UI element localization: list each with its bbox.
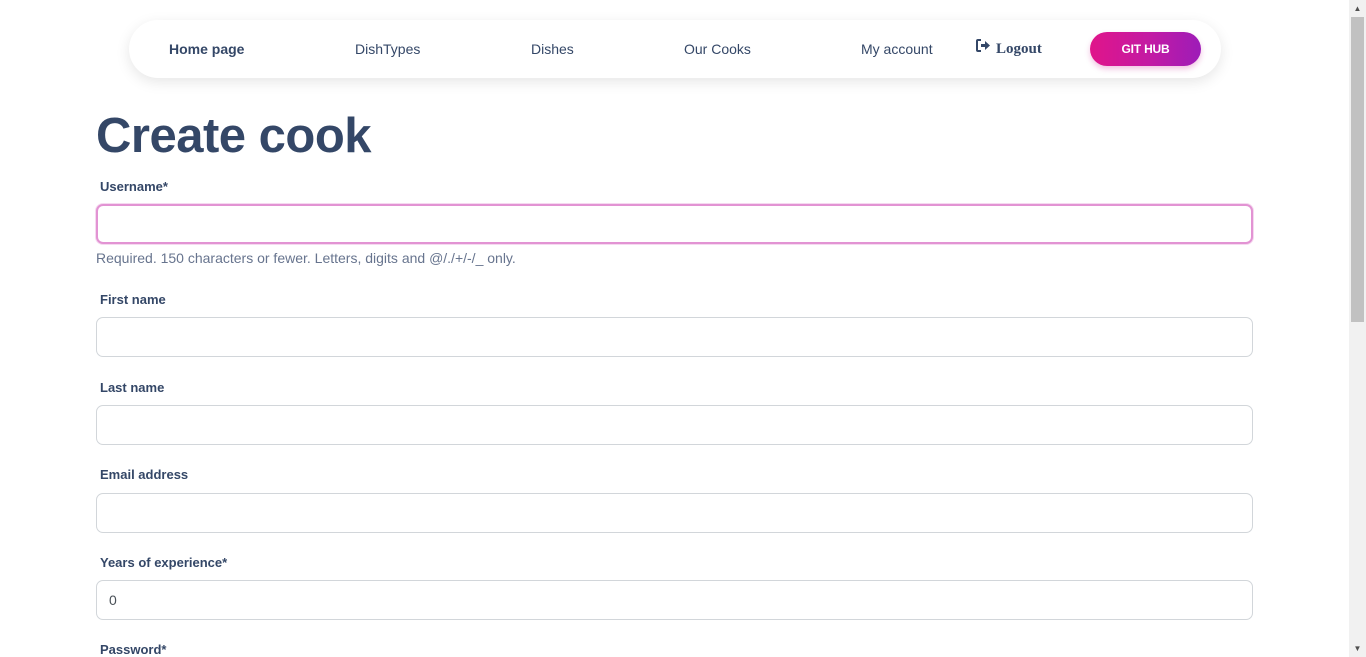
sign-out-icon <box>976 19 991 77</box>
page: Home page DishTypes Dishes Our Cooks My … <box>0 0 1366 657</box>
logout-label: Logout <box>996 41 1042 57</box>
nav-my-account-link[interactable]: My account <box>861 20 933 78</box>
username-label: Username* <box>100 179 168 194</box>
first-name-label: First name <box>100 292 166 307</box>
first-name-input[interactable] <box>96 317 1253 357</box>
page-title: Create cook <box>96 109 372 163</box>
username-help-text: Required. 150 characters or fewer. Lette… <box>96 250 516 266</box>
years-of-experience-input[interactable] <box>96 580 1253 620</box>
scroll-down-arrow-icon[interactable]: ▼ <box>1349 640 1366 657</box>
email-label: Email address <box>100 467 189 482</box>
nav-dishes-link[interactable]: Dishes <box>531 20 574 78</box>
email-input[interactable] <box>96 493 1253 533</box>
scrollbar-thumb[interactable] <box>1351 17 1364 322</box>
vertical-scrollbar[interactable]: ▲ ▼ <box>1349 0 1366 657</box>
last-name-input[interactable] <box>96 405 1253 445</box>
logout-link[interactable]: Logout <box>976 20 1042 78</box>
nav-our-cooks-link[interactable]: Our Cooks <box>684 20 751 78</box>
password-label: Password* <box>100 642 167 657</box>
last-name-label: Last name <box>100 380 165 395</box>
top-navbar: Home page DishTypes Dishes Our Cooks My … <box>129 20 1221 78</box>
scroll-up-arrow-icon[interactable]: ▲ <box>1349 0 1366 17</box>
username-input[interactable] <box>96 204 1253 244</box>
nav-home-link[interactable]: Home page <box>169 20 244 78</box>
nav-dishtypes-link[interactable]: DishTypes <box>355 20 420 78</box>
github-button[interactable]: GIT HUB <box>1090 32 1201 66</box>
years-of-experience-label: Years of experience* <box>100 555 228 570</box>
